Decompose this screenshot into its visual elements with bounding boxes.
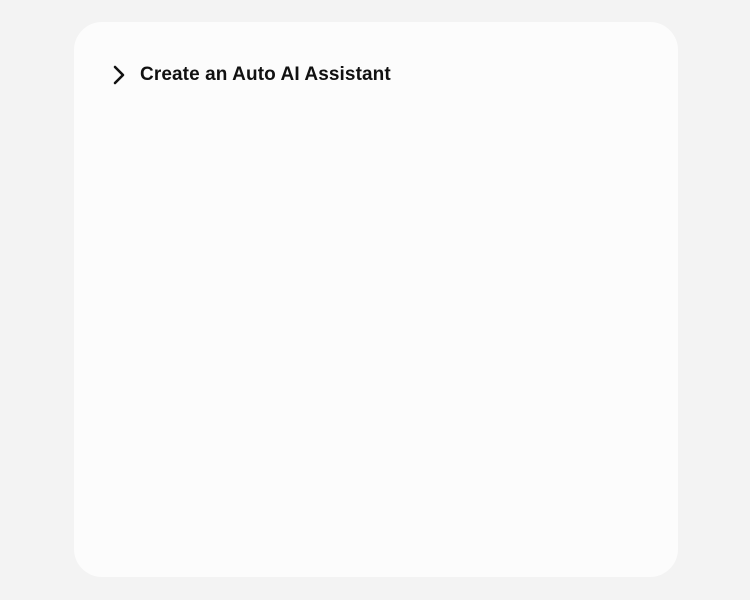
assistant-card: Create an Auto AI Assistant [74,22,678,577]
card-title: Create an Auto AI Assistant [140,64,391,85]
page: Create an Auto AI Assistant [0,0,750,600]
chevron-right-icon [112,63,128,87]
create-assistant-toggle[interactable]: Create an Auto AI Assistant [112,63,391,87]
